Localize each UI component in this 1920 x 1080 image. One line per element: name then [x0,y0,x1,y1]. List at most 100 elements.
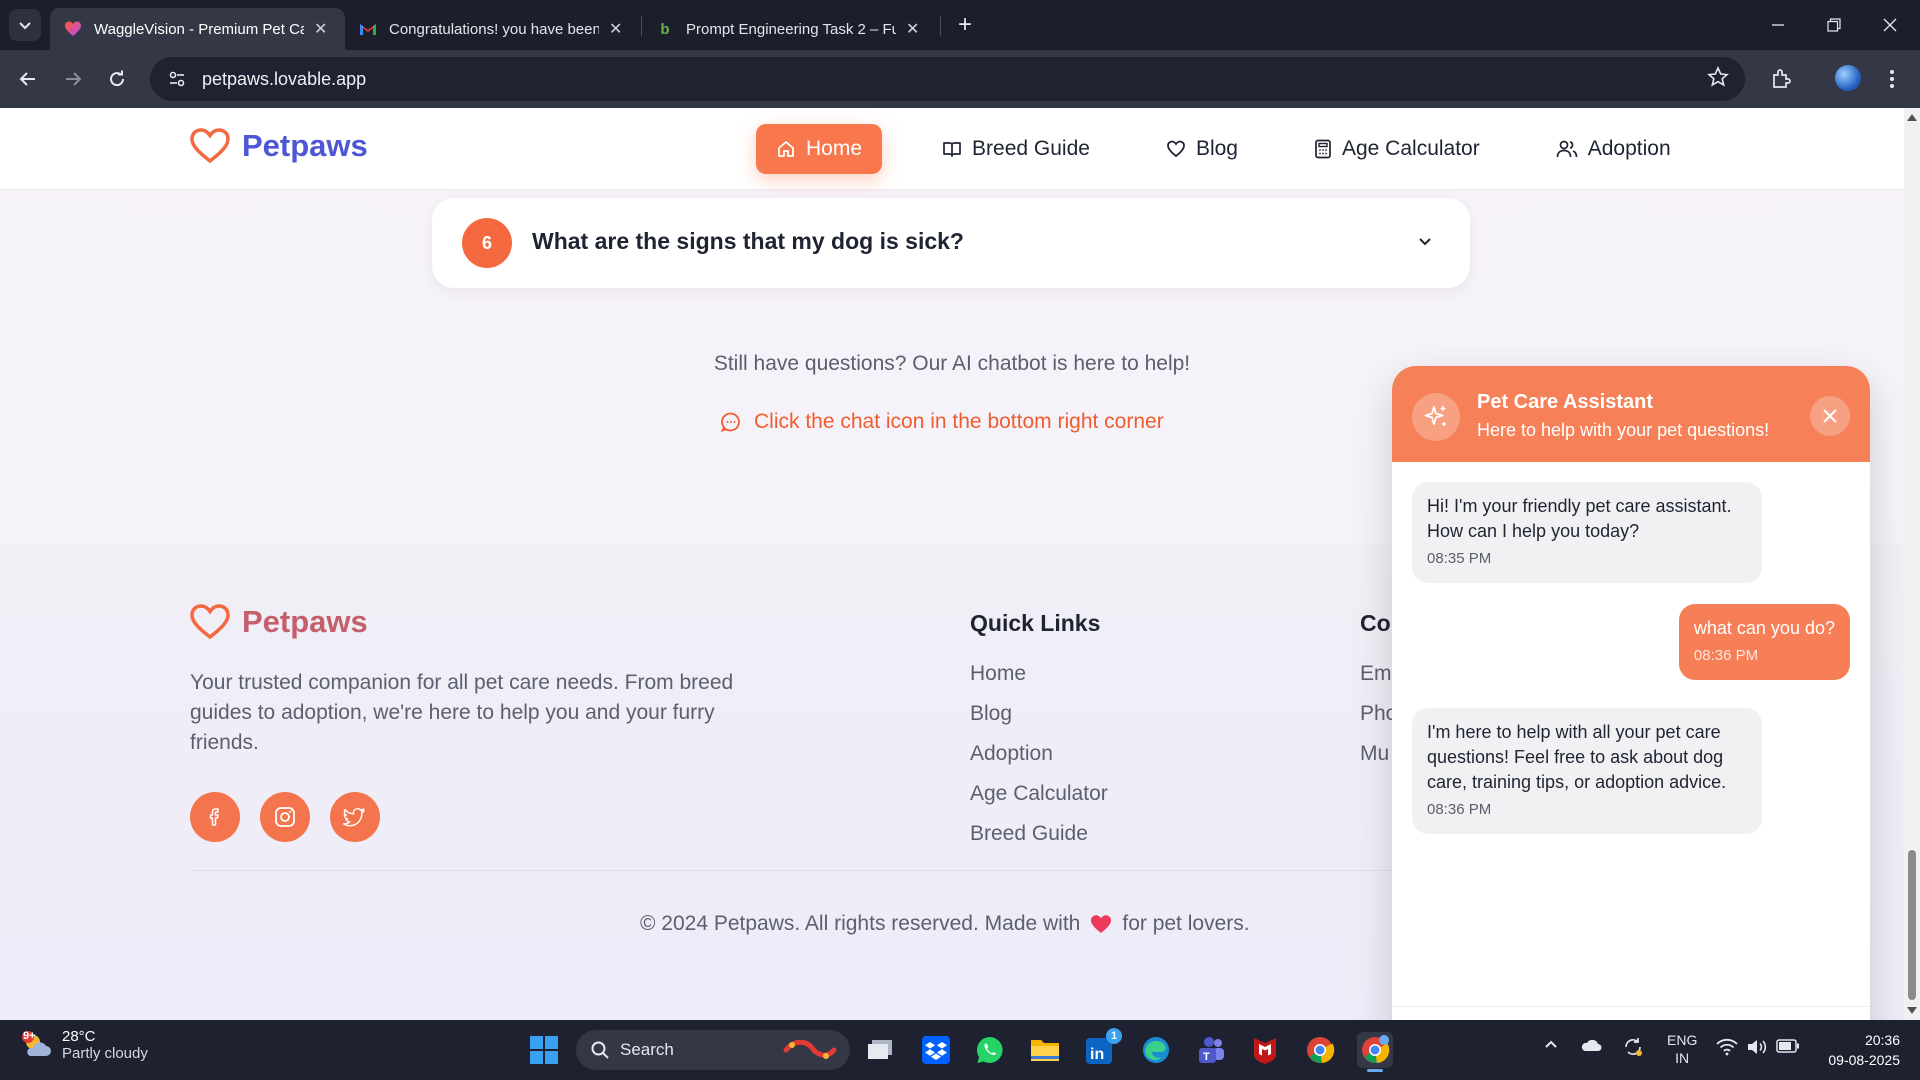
windows-start-icon[interactable] [526,1032,562,1068]
tab-search-button[interactable] [9,9,41,41]
edge-icon[interactable] [1138,1032,1174,1068]
close-window-button[interactable] [1870,10,1910,40]
nav-home[interactable]: Home [756,124,883,174]
weather-widget[interactable]: 9+ 28°C Partly cloudy [20,1028,148,1062]
extensions-icon[interactable] [1766,64,1796,94]
footer-link-adoption[interactable]: Adoption [970,742,1053,766]
more-menu-icon[interactable] [1877,64,1907,94]
lang-bottom: IN [1675,1050,1690,1066]
chevron-down-icon[interactable] [1416,232,1434,250]
contact-email: Em [1360,662,1392,685]
copyright: © 2024 Petpaws. All rights reserved. Mad… [640,912,1250,936]
chevron-up-icon[interactable] [1543,1036,1559,1055]
twitter-icon [343,808,365,827]
close-icon[interactable]: ✕ [609,19,622,39]
volume-icon[interactable] [1746,1038,1768,1059]
chat-widget: Pet Care Assistant Here to help with you… [1392,366,1870,1020]
wifi-icon[interactable] [1716,1038,1738,1059]
message-time: 08:36 PM [1693,647,1759,664]
nav-breed-guide[interactable]: Breed Guide [922,124,1110,174]
site-header: Petpaws Home Breed Guide Blog Age Calcul… [0,108,1904,190]
weather-temperature: 28°C [62,1028,96,1045]
clock-date: 09-08-2025 [1828,1052,1900,1068]
scroll-thumb[interactable] [1908,850,1916,1000]
restore-button[interactable] [1814,10,1854,40]
sync-icon[interactable] [1622,1036,1644,1061]
chrome-profile-icon[interactable] [1357,1032,1393,1072]
footer-link-breed-guide[interactable]: Breed Guide [970,822,1088,846]
chrome-icon[interactable] [1302,1032,1338,1068]
scroll-down-arrow[interactable] [1907,1007,1917,1014]
nav-label: Age Calculator [1341,137,1480,160]
close-icon [1883,18,1897,32]
profile-avatar[interactable] [1835,65,1861,91]
tab-separator [940,16,941,36]
instagram-button[interactable] [260,792,310,842]
calculator-icon [1315,139,1331,159]
page-scrollbar[interactable] [1904,108,1920,1020]
chat-close-button[interactable] [1810,396,1850,436]
restore-icon [1827,18,1841,32]
facebook-button[interactable] [190,792,240,842]
faq-item[interactable]: 6 What are the signs that my dog is sick… [432,198,1470,288]
minimize-button[interactable] [1758,10,1798,40]
copyright-text-end: for pet lovers. [1122,912,1250,935]
lang-top: ENG [1667,1032,1698,1048]
quick-links-title: Quick Links [970,610,1101,636]
message-circle-icon [720,412,740,433]
dropbox-icon[interactable] [918,1032,954,1068]
sparkles-icon [1424,406,1446,426]
nav-age-calculator[interactable]: Age Calculator [1294,124,1500,174]
nav-label: Blog [1195,137,1238,160]
chevron-down-icon [19,22,31,30]
battery-icon[interactable] [1776,1039,1800,1056]
chat-message-bot: I'm here to help with all your pet care … [1412,708,1762,834]
file-explorer-icon[interactable] [1027,1032,1063,1068]
chat-hint-text: Click the chat icon in the bottom right … [754,410,1164,433]
lovable-heart-icon [64,20,82,38]
home-icon [778,141,794,157]
onedrive-icon[interactable] [1580,1038,1602,1055]
site-logo[interactable]: Petpaws [190,128,368,164]
bookmark-star-icon[interactable] [1707,66,1729,93]
twitter-button[interactable] [330,792,380,842]
clock-time: 20:36 [1864,1032,1900,1048]
new-tab-button[interactable]: + [950,10,980,40]
footer-link-age-calculator[interactable]: Age Calculator [970,782,1108,806]
close-icon[interactable]: ✕ [314,19,327,39]
back-button[interactable] [11,62,45,96]
close-icon[interactable]: ✕ [906,19,919,39]
taskbar-search[interactable]: Search [576,1030,850,1070]
scroll-up-arrow[interactable] [1907,114,1917,121]
teams-icon[interactable]: T [1192,1032,1228,1068]
message-time: 08:35 PM [1427,550,1492,567]
message-text: I'm here to help with all your pet care … [1427,722,1727,792]
red-heart-icon [1091,915,1112,933]
site-info-icon[interactable] [164,66,190,92]
chat-hint-link[interactable]: Click the chat icon in the bottom right … [720,410,1164,434]
page-viewport: Petpaws Home Breed Guide Blog Age Calcul… [0,108,1904,1020]
forward-button[interactable] [56,62,90,96]
system-clock[interactable]: 20:36 09-08-2025 [1818,1030,1900,1070]
footer-description: Your trusted companion for all pet care … [190,671,734,754]
main-nav: Home Breed Guide Blog Age Calculator Ado… [756,124,1727,174]
footer-logo[interactable]: Petpaws [190,604,368,640]
language-indicator[interactable]: ENG IN [1667,1031,1697,1067]
address-bar[interactable]: petpaws.lovable.app [150,57,1745,101]
search-highlight-icon [783,1039,837,1059]
tab-gmail[interactable]: Congratulations! you have been ✕ [345,8,640,50]
tab-wagglevision[interactable]: WaggleVision - Premium Pet Ca ✕ [50,8,345,50]
footer-link-blog[interactable]: Blog [970,702,1012,726]
nav-blog[interactable]: Blog [1146,124,1258,174]
task-view-icon[interactable] [862,1032,898,1068]
mcafee-icon[interactable] [1247,1032,1283,1068]
linkedin-icon[interactable]: in 1 [1082,1028,1122,1068]
reload-button[interactable] [100,62,134,96]
footer-link-home[interactable]: Home [970,662,1026,686]
url-text[interactable]: petpaws.lovable.app [202,69,366,90]
nav-label: Adoption [1587,137,1671,160]
whatsapp-icon[interactable] [972,1032,1008,1068]
nav-adoption[interactable]: Adoption [1536,124,1691,174]
tab-prompt-engineering[interactable]: b Prompt Engineering Task 2 – Fu ✕ [642,8,937,50]
arrow-left-icon [19,72,35,86]
